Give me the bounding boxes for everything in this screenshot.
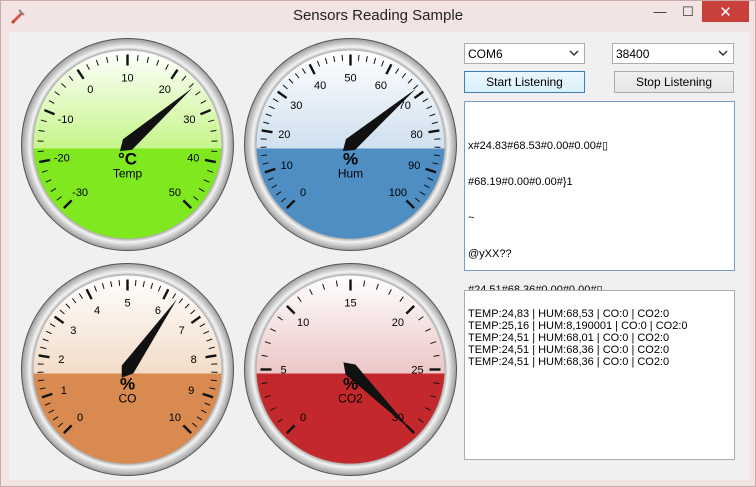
app-window: Sensors Reading Sample — ☐ ✕ -30 -20 -10 0 1… [0, 0, 756, 487]
gauge-tick-label: 20 [392, 317, 404, 329]
window-title: Sensors Reading Sample [292, 7, 464, 24]
gauge-tick-label: 8 [191, 354, 197, 366]
temperature-gauge: -30 -20 -10 0 10 20 30 40 50 °C Temp [20, 37, 235, 252]
gauge-minor-tick [116, 55, 119, 62]
minimize-button[interactable]: — [646, 1, 674, 22]
gauge-tick-label: 25 [411, 365, 423, 377]
gauge-name-label: Hum [338, 167, 363, 181]
gauge-tick-label: 20 [159, 84, 171, 96]
gauge-tick-label: 20 [278, 129, 290, 141]
gauge-tick-label: 10 [281, 160, 293, 172]
gauge-tick-label: 9 [188, 385, 194, 397]
port-select[interactable]: COM6 [464, 43, 585, 64]
gauge-tick-label: 30 [183, 114, 195, 126]
gauge-major-tick [261, 129, 273, 134]
co2-gauge: 051015202530%CO2 [243, 262, 458, 477]
gauge-minor-tick [136, 55, 139, 62]
gauge-tick-label: 10 [297, 317, 309, 329]
chevron-down-icon [718, 50, 728, 57]
chevron-down-icon [569, 50, 579, 57]
log-line: TEMP:24,51 | HUM:68,36 | CO:0 | CO2:0 [468, 356, 670, 368]
gauge-tick-label: 40 [187, 153, 199, 165]
stop-listening-button[interactable]: Stop Listening [614, 71, 734, 93]
log-line: TEMP:24,51 | HUM:68,01 | CO:0 | CO2:0 [468, 332, 670, 344]
gauge-tick-label: 90 [408, 160, 420, 172]
raw-output-textbox[interactable]: x#24.83#68.53#0.00#0.00#▯ #68.19#0.00#0.… [464, 101, 735, 296]
gauge-tick-label: -20 [54, 153, 70, 165]
gauge-tick-label: 0 [300, 412, 306, 424]
gauge-minor-tick [341, 54, 344, 61]
raw-line: @yXX?? [468, 248, 512, 260]
gauge-tick-label: 10 [169, 412, 181, 424]
gauge-tick-label: 100 [389, 187, 407, 199]
gauge-tick-label: 4 [94, 305, 100, 317]
gauge-tick-label: 50 [169, 187, 181, 199]
gauge-major-tick [38, 354, 50, 359]
humidity-gauge: 0 10 20 30 40 50 60 70 80 90 100% Hum [243, 37, 458, 252]
log-line: TEMP:24,51 | HUM:68,36 | CO:0 | CO2:0 [468, 344, 670, 356]
gauge-tick-label: 50 [344, 73, 356, 85]
temp-gauge-svg: -30-20-1001020304050°CTemp [21, 38, 234, 251]
raw-line: #68.19#0.00#0.00#}1 [468, 176, 573, 188]
raw-line: x#24.83#68.53#0.00#0.00#▯ [468, 140, 609, 152]
client-area: -30 -20 -10 0 10 20 30 40 50 °C Temp 0 10 20 30 40 50 60… [9, 32, 749, 480]
hum-gauge-svg: 0102030405060708090100%Hum [244, 38, 457, 251]
co-gauge: 0 1 2 3 4 5 6 7 8 9 10% CO [20, 262, 235, 477]
gauge-tick-label: 60 [375, 80, 387, 92]
gauge-tick-label: 6 [155, 305, 161, 317]
log-line: TEMP:24,83 | HUM:68,53 | CO:0 | CO2:0 [468, 308, 670, 320]
gauge-name-label: CO [119, 392, 137, 406]
gauge-name-label: Temp [113, 167, 143, 181]
co2-gauge-svg: 051015202530%CO2 [244, 263, 457, 476]
gauge-tick-label: 3 [70, 325, 76, 337]
gauge-tick-label: 5 [280, 365, 286, 377]
gauge-major-tick [205, 354, 217, 359]
log-line: TEMP:25,16 | HUM:8,190001 | CO:0 | CO2:0 [468, 320, 688, 332]
gauge-tick-label: 2 [58, 354, 64, 366]
gauge-minor-tick [357, 54, 360, 61]
reading-log-list[interactable]: TEMP:24,83 | HUM:68,53 | CO:0 | CO2:0 TE… [464, 290, 735, 460]
gauge-tick-label: -30 [72, 187, 88, 199]
gauge-tick-label: 10 [121, 73, 133, 85]
maximize-button[interactable]: ☐ [674, 1, 702, 22]
gauge-tick-label: 1 [61, 385, 67, 397]
title-bar: Sensors Reading Sample — ☐ ✕ [1, 1, 755, 32]
gauge-tick-label: 30 [290, 100, 302, 112]
gauge-minor-tick [118, 279, 121, 286]
gauge-tick-label: 5 [124, 298, 130, 310]
raw-line: ~ [468, 212, 475, 224]
co-gauge-svg: 012345678910%CO [21, 263, 234, 476]
gauge-name-label: CO2 [338, 392, 363, 406]
gauge-tick-label: 0 [87, 84, 93, 96]
gauge-tick-label: 80 [411, 129, 423, 141]
start-listening-button[interactable]: Start Listening [464, 71, 585, 93]
gauge-tick-label: 15 [344, 298, 356, 310]
close-button[interactable]: ✕ [702, 1, 749, 22]
gauge-tick-label: 0 [300, 187, 306, 199]
gauge-tick-label: 40 [314, 80, 326, 92]
gauge-tick-label: 0 [77, 412, 83, 424]
port-select-value: COM6 [468, 46, 503, 61]
gauge-tick-label: 7 [179, 325, 185, 337]
baud-select[interactable]: 38400 [612, 43, 734, 64]
baud-select-value: 38400 [616, 46, 650, 61]
gauge-major-tick [428, 129, 440, 134]
gauge-minor-tick [134, 279, 137, 286]
gauge-tick-label: -10 [58, 114, 74, 126]
